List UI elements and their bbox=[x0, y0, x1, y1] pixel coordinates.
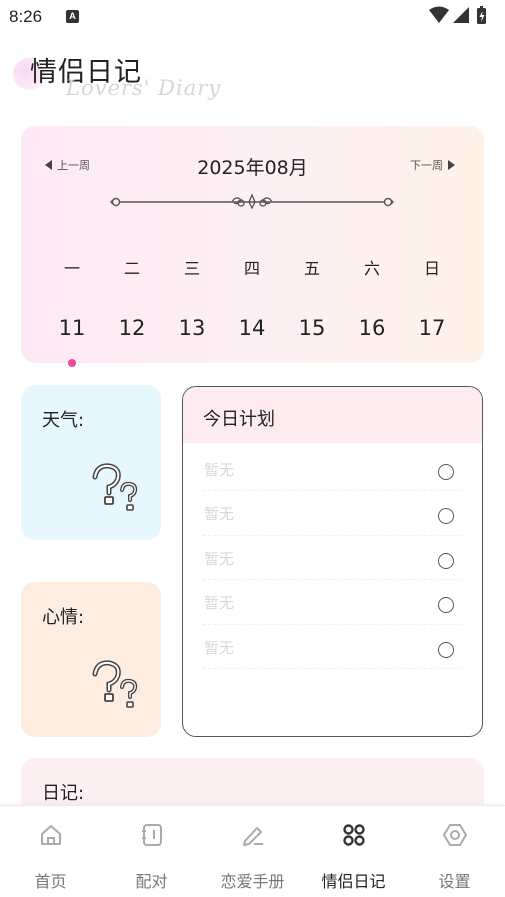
tab-label: 首页 bbox=[34, 872, 67, 891]
next-week-label: 下一周 bbox=[410, 159, 443, 172]
date-cell[interactable]: 17 bbox=[402, 316, 462, 340]
status-icons bbox=[429, 6, 495, 30]
plan-item[interactable]: 暂无 bbox=[183, 625, 482, 669]
plan-item[interactable]: 暂无 bbox=[183, 491, 482, 536]
plan-item-text: 暂无 bbox=[204, 505, 235, 524]
plan-header: 今日计划 bbox=[183, 387, 482, 443]
checkbox-circle-icon[interactable] bbox=[438, 641, 454, 658]
checkbox-circle-icon[interactable] bbox=[438, 464, 454, 480]
plan-item[interactable]: 暂无 bbox=[183, 536, 482, 581]
checkbox-circle-icon[interactable] bbox=[438, 597, 454, 614]
grid-clover-icon bbox=[341, 822, 367, 852]
date-cell[interactable]: 12 bbox=[102, 316, 162, 340]
tab-label: 设置 bbox=[438, 872, 471, 891]
status-bar: 8:26 A bbox=[0, 0, 505, 34]
divider bbox=[203, 667, 462, 669]
plan-item-text: 暂无 bbox=[204, 638, 235, 657]
plan-list: 暂无 暂无 暂无 暂无 暂无 bbox=[183, 447, 482, 669]
tab-diary[interactable]: 情侣日记 bbox=[303, 806, 404, 897]
pen-icon bbox=[240, 822, 266, 852]
date-cell[interactable]: 11 bbox=[42, 316, 102, 340]
weather-card[interactable]: 天气: bbox=[21, 385, 161, 540]
diary-label: 日记: bbox=[42, 783, 85, 804]
next-week-button[interactable]: 下一周 bbox=[410, 157, 455, 173]
checkbox-circle-icon[interactable] bbox=[438, 552, 454, 569]
date-cell[interactable]: 15 bbox=[282, 316, 342, 340]
tab-label: 情侣日记 bbox=[321, 872, 386, 891]
notification-icon: A bbox=[66, 10, 79, 23]
flourish-divider bbox=[106, 192, 398, 216]
tab-settings[interactable]: 设置 bbox=[404, 806, 505, 897]
triangle-right-icon bbox=[448, 160, 455, 170]
date-cell[interactable]: 16 bbox=[342, 316, 402, 340]
wifi-icon bbox=[429, 6, 449, 23]
tab-handbook[interactable]: 恋爱手册 bbox=[202, 806, 303, 897]
tab-pair[interactable]: 配对 bbox=[101, 806, 202, 897]
date-row: 11 12 13 14 15 16 17 bbox=[42, 316, 462, 340]
plan-card: 今日计划 暂无 暂无 暂无 暂无 暂无 bbox=[182, 386, 483, 737]
selected-date-dot bbox=[68, 359, 76, 367]
weather-label: 天气: bbox=[42, 410, 85, 431]
date-cell[interactable]: 14 bbox=[222, 316, 282, 340]
notebook-icon bbox=[139, 822, 165, 852]
page-subtitle: Lovers' Diary bbox=[66, 76, 222, 100]
plan-item-text: 暂无 bbox=[204, 549, 235, 568]
date-cell[interactable]: 13 bbox=[162, 316, 222, 340]
signal-icon bbox=[453, 7, 469, 23]
battery-icon bbox=[477, 6, 486, 24]
question-marks-icon bbox=[89, 463, 145, 517]
weekday-label: 一 bbox=[63, 259, 80, 278]
tab-label: 配对 bbox=[135, 872, 168, 891]
settings-hexagon-icon bbox=[442, 822, 468, 852]
weekday-label: 四 bbox=[243, 259, 260, 278]
mood-card[interactable]: 心情: bbox=[21, 582, 161, 737]
weekday-row: 一 二 三 四 五 六 日 bbox=[42, 255, 462, 279]
weekday-label: 二 bbox=[123, 259, 140, 278]
weekday-label: 五 bbox=[303, 259, 320, 278]
plan-item-text: 暂无 bbox=[204, 594, 235, 613]
tab-bar: 首页 配对 恋爱手册 情侣日记 设置 bbox=[0, 805, 505, 897]
plan-item-text: 暂无 bbox=[204, 461, 235, 479]
tab-home[interactable]: 首页 bbox=[0, 806, 101, 897]
checkbox-circle-icon[interactable] bbox=[438, 508, 454, 525]
question-marks-icon bbox=[89, 660, 145, 714]
plan-title: 今日计划 bbox=[203, 409, 275, 430]
mood-label: 心情: bbox=[42, 607, 85, 628]
status-time: 8:26 bbox=[9, 7, 43, 26]
weekday-label: 三 bbox=[183, 259, 200, 278]
weekday-label: 六 bbox=[363, 259, 380, 278]
weekday-label: 日 bbox=[423, 259, 440, 278]
tab-label: 恋爱手册 bbox=[220, 872, 285, 891]
plan-item[interactable]: 暂无 bbox=[183, 447, 482, 492]
home-icon bbox=[38, 822, 64, 852]
plan-item[interactable]: 暂无 bbox=[183, 580, 482, 625]
